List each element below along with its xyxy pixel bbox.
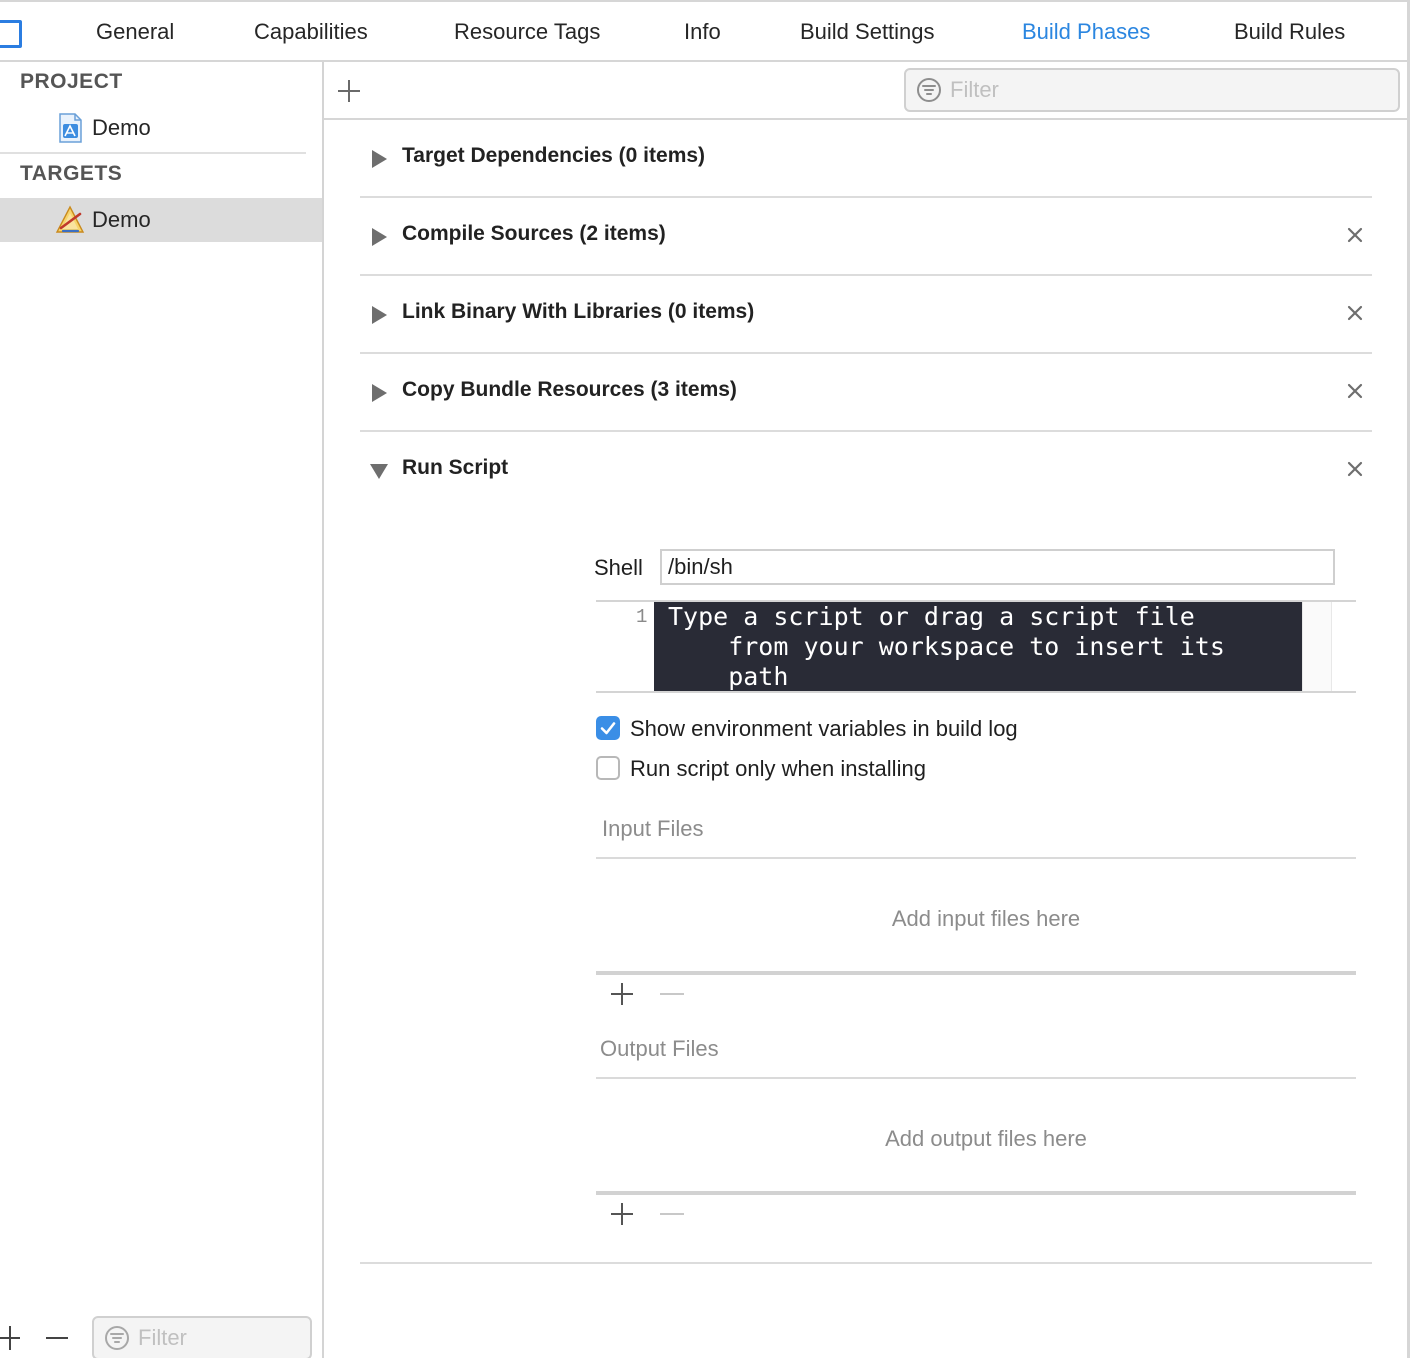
phase-title: Compile Sources (2 items)	[402, 222, 666, 245]
build-phases-filter-placeholder: Filter	[950, 77, 999, 102]
script-editor-placeholder: Type a script or drag a script file from…	[668, 602, 1225, 691]
sidebar-filter-placeholder: Filter	[138, 1325, 187, 1350]
remove-input-file-minus-icon[interactable]	[660, 993, 684, 995]
sidebar-item-target-demo[interactable]: Demo	[0, 198, 322, 242]
close-icon[interactable]	[1346, 304, 1364, 322]
sidebar-item-project-demo[interactable]: Demo	[0, 106, 322, 150]
disclosure-triangle-right-icon[interactable]	[372, 150, 387, 168]
disclosure-triangle-right-icon[interactable]	[372, 384, 387, 402]
tab-capabilities[interactable]: Capabilities	[254, 2, 368, 62]
checkmark-icon	[600, 722, 616, 735]
close-icon[interactable]	[1346, 226, 1364, 244]
input-files-empty-message: Add input files here	[891, 906, 1081, 931]
sidebar-divider[interactable]	[322, 62, 324, 1358]
build-phases-filter-field[interactable]: Filter	[904, 68, 1400, 112]
tab-general[interactable]: General	[96, 2, 174, 62]
phase-target-dependencies[interactable]: Target Dependencies (0 items)	[360, 120, 1372, 198]
filter-icon	[105, 1326, 129, 1350]
add-input-file-plus-icon[interactable]	[610, 982, 634, 1006]
add-target-plus-icon[interactable]	[0, 1326, 22, 1350]
input-files-footer-line	[596, 971, 1356, 975]
output-files-title: Output Files	[600, 1036, 719, 1061]
shell-label: Shell	[594, 555, 643, 580]
output-files-header-line	[596, 1077, 1356, 1079]
phase-title: Link Binary With Libraries (0 items)	[402, 300, 755, 323]
phase-run-script[interactable]: Run Script	[360, 432, 1372, 510]
disclosure-triangle-down-icon[interactable]	[370, 464, 388, 479]
project-section-header: PROJECT	[20, 70, 123, 93]
filter-icon	[917, 78, 941, 102]
sidebar-filter-field[interactable]: Filter	[92, 1316, 312, 1358]
close-icon[interactable]	[1346, 460, 1364, 478]
tab-build-settings[interactable]: Build Settings	[800, 2, 935, 62]
editor-tab-bar: General Capabilities Resource Tags Info …	[0, 0, 1410, 62]
run-only-when-installing-checkbox[interactable]	[596, 756, 620, 780]
phase-title: Copy Bundle Resources (3 items)	[402, 378, 737, 401]
phase-separator	[360, 1262, 1372, 1264]
line-number: 1	[636, 606, 648, 628]
sidebar-item-label: Demo	[92, 115, 151, 140]
sidebar-separator	[0, 152, 306, 154]
phase-title: Target Dependencies (0 items)	[402, 144, 706, 167]
output-files-footer-line	[596, 1191, 1356, 1195]
sidebar-item-label: Demo	[92, 207, 151, 232]
output-files-empty-message: Add output files here	[885, 1126, 1087, 1151]
project-file-icon	[59, 113, 82, 143]
phase-compile-sources[interactable]: Compile Sources (2 items)	[360, 198, 1372, 276]
add-output-file-plus-icon[interactable]	[610, 1202, 634, 1226]
script-editor-scrollbar[interactable]	[1302, 602, 1332, 691]
app-target-icon	[55, 205, 85, 233]
disclosure-triangle-right-icon[interactable]	[372, 306, 387, 324]
square-icon[interactable]	[0, 20, 22, 48]
remove-output-file-minus-icon[interactable]	[660, 1213, 684, 1215]
tab-resource-tags[interactable]: Resource Tags	[454, 2, 600, 62]
targets-section-header: TARGETS	[20, 162, 123, 185]
tab-info[interactable]: Info	[684, 2, 721, 62]
phase-title: Run Script	[402, 456, 509, 479]
close-icon[interactable]	[1346, 382, 1364, 400]
input-files-title: Input Files	[602, 816, 704, 841]
add-build-phase-plus-icon[interactable]	[338, 80, 360, 102]
script-editor-bottom-border	[596, 691, 1356, 693]
show-env-vars-label: Show environment variables in build log	[630, 716, 1018, 741]
run-only-when-installing-label: Run script only when installing	[630, 756, 926, 781]
input-files-header-line	[596, 857, 1356, 859]
show-env-vars-checkbox[interactable]	[596, 716, 620, 740]
phase-link-binary[interactable]: Link Binary With Libraries (0 items)	[360, 276, 1372, 354]
shell-input[interactable]	[660, 549, 1335, 585]
project-navigator-sidebar	[0, 62, 322, 1358]
phase-copy-bundle-resources[interactable]: Copy Bundle Resources (3 items)	[360, 354, 1372, 432]
tab-build-phases[interactable]: Build Phases	[1022, 2, 1150, 62]
remove-target-minus-icon[interactable]	[46, 1337, 68, 1339]
disclosure-triangle-right-icon[interactable]	[372, 228, 387, 246]
tab-build-rules[interactable]: Build Rules	[1234, 2, 1345, 62]
